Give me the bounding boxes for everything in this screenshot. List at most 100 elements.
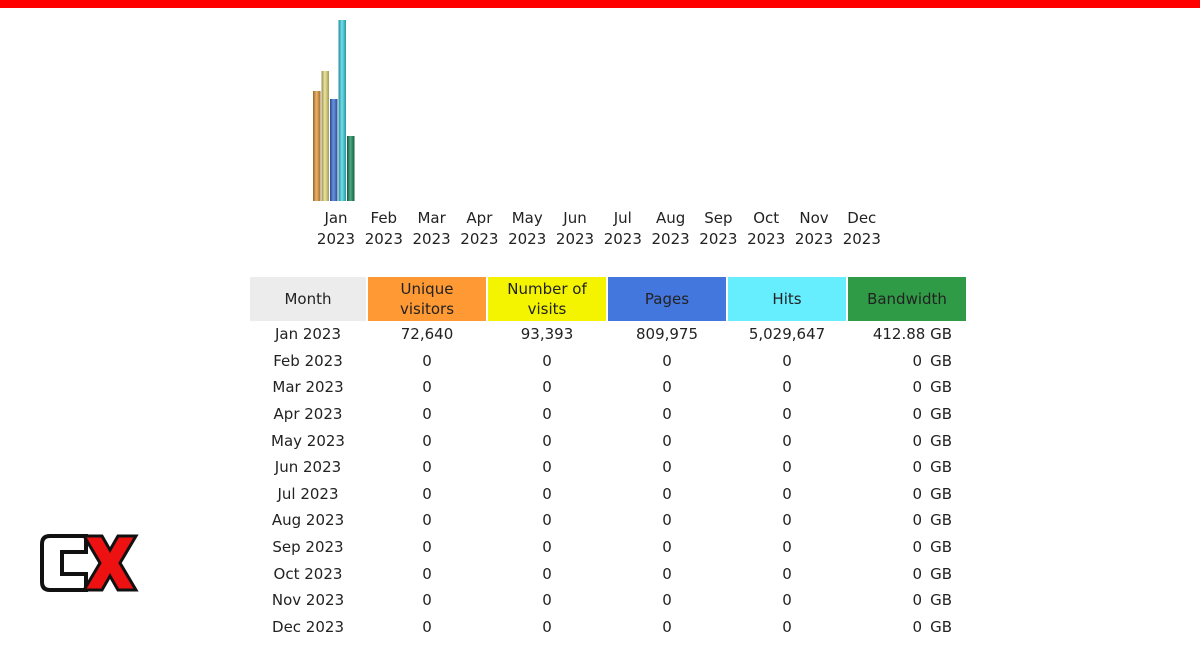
header-hits-label: Hits bbox=[772, 290, 802, 308]
bandwidth-unit: GB bbox=[930, 405, 952, 424]
top-red-bar bbox=[0, 0, 1200, 8]
cell-month: Sep 2023 bbox=[272, 538, 344, 557]
cell-bandwidth: 0 GB bbox=[848, 534, 966, 561]
cell-pages: 0 bbox=[662, 431, 672, 450]
cell-pages: 0 bbox=[662, 458, 672, 477]
cell-hits: 0 bbox=[782, 511, 792, 530]
cell-bandwidth: 0 GB bbox=[848, 507, 966, 534]
cell-bandwidth: 0 GB bbox=[848, 481, 966, 508]
x-tick-label-oct-month: Oct bbox=[753, 209, 779, 227]
x-axis-labels: Jan 2023 Feb 2023 Mar 2023 Apr 2023 May 2023 Jun 20… bbox=[317, 209, 881, 248]
header-hits: Hits bbox=[728, 277, 846, 321]
cell-hits: 0 bbox=[782, 564, 792, 583]
cell-month: Dec 2023 bbox=[272, 617, 344, 636]
x-tick-label-oct-year: 2023 bbox=[747, 230, 785, 248]
cell-hits: 0 bbox=[782, 617, 792, 636]
cell-pages: 0 bbox=[662, 617, 672, 636]
bandwidth-unit: GB bbox=[930, 564, 952, 583]
cell-visits: 0 bbox=[542, 538, 552, 557]
cell-hits: 0 bbox=[782, 378, 792, 397]
bandwidth-unit: GB bbox=[930, 484, 952, 503]
cx-logo-icon: CX bbox=[40, 534, 139, 592]
header-bandwidth-label: Bandwidth bbox=[867, 290, 947, 308]
monthly-history-bar-chart: Jan 2023 Feb 2023 Mar 2023 Apr 2023 May 2023 Jun 20… bbox=[313, 20, 881, 248]
header-visits-line2: visits bbox=[527, 300, 567, 318]
table-row: Apr 2023 0 0 0 0 0 GB bbox=[250, 401, 966, 428]
x-tick-label-jul-year: 2023 bbox=[604, 230, 642, 248]
cell-hits: 0 bbox=[782, 405, 792, 424]
header-pages: Pages bbox=[608, 277, 726, 321]
x-tick-label-dec-month: Dec bbox=[847, 209, 876, 227]
table-row: Dec 2023 0 0 0 0 0 GB bbox=[250, 614, 966, 641]
bar-hits-jan bbox=[338, 20, 346, 201]
header-unique-line2: visitors bbox=[399, 300, 455, 318]
x-tick-label-mar-month: Mar bbox=[417, 209, 446, 227]
bandwidth-value: 0 bbox=[912, 378, 923, 397]
cell-bandwidth: 412.88 GB bbox=[872, 325, 952, 344]
x-tick-label-apr-year: 2023 bbox=[460, 230, 498, 248]
bar-unique-jan bbox=[313, 91, 321, 201]
bandwidth-value: 0 bbox=[912, 458, 923, 477]
bandwidth-unit: GB bbox=[930, 591, 952, 610]
cell-pages: 809,975 bbox=[635, 325, 699, 344]
bar-bandwidth-jan bbox=[347, 136, 355, 201]
x-tick-label-nov-year: 2023 bbox=[795, 230, 833, 248]
cell-visits: 0 bbox=[542, 458, 552, 477]
bars-layer bbox=[313, 20, 355, 201]
cell-hits: 0 bbox=[782, 591, 792, 610]
bandwidth-unit: GB bbox=[930, 378, 952, 397]
bandwidth-unit: GB bbox=[930, 511, 952, 530]
cell-unique: 72,640 bbox=[400, 325, 454, 344]
cell-visits: 0 bbox=[542, 378, 552, 397]
bandwidth-unit: GB bbox=[930, 538, 952, 557]
cell-bandwidth: 0 GB bbox=[848, 401, 966, 428]
bandwidth-value: 0 bbox=[912, 431, 923, 450]
cell-hits: 5,029,647 bbox=[748, 325, 826, 344]
cell-month: Oct 2023 bbox=[273, 564, 343, 583]
cell-unique: 0 bbox=[422, 405, 432, 424]
cell-month: Feb 2023 bbox=[273, 351, 343, 370]
monthly-stats-table: Month Unique visitors Number of visits P… bbox=[248, 277, 968, 640]
x-tick-label-jan-year: 2023 bbox=[317, 230, 355, 248]
cell-bandwidth: 0 GB bbox=[848, 454, 966, 481]
x-tick-label-sep-month: Sep bbox=[704, 209, 732, 227]
cell-unique: 0 bbox=[422, 538, 432, 557]
header-visits-line1: Number of bbox=[507, 280, 587, 298]
cell-visits: 0 bbox=[542, 564, 552, 583]
bar-pages-jan bbox=[330, 99, 338, 201]
cell-bandwidth: 0 GB bbox=[848, 587, 966, 614]
table-row: Feb 2023 0 0 0 0 0 GB bbox=[250, 348, 966, 375]
table-row: Oct 2023 0 0 0 0 0 GB bbox=[250, 560, 966, 587]
bandwidth-value: 0 bbox=[912, 405, 923, 424]
table-row: Sep 2023 0 0 0 0 0 GB bbox=[250, 534, 966, 561]
bandwidth-value: 0 bbox=[912, 591, 923, 610]
bandwidth-unit: GB bbox=[930, 617, 952, 636]
cell-pages: 0 bbox=[662, 591, 672, 610]
x-tick-label-aug-year: 2023 bbox=[652, 230, 690, 248]
cell-bandwidth: 0 GB bbox=[848, 614, 966, 641]
x-tick-label-sep-year: 2023 bbox=[699, 230, 737, 248]
cell-month: Jan 2023 bbox=[274, 325, 342, 344]
cell-unique: 0 bbox=[422, 511, 432, 530]
table-row: Mar 2023 0 0 0 0 0 GB bbox=[250, 374, 966, 401]
cell-bandwidth: 0 GB bbox=[848, 374, 966, 401]
bandwidth-value: 0 bbox=[912, 564, 923, 583]
cell-unique: 0 bbox=[422, 431, 432, 450]
x-tick-label-feb-month: Feb bbox=[371, 209, 398, 227]
table-header-row: Month Unique visitors Number of visits P… bbox=[250, 277, 966, 321]
cell-visits: 0 bbox=[542, 351, 552, 370]
bandwidth-value: 0 bbox=[912, 617, 923, 636]
header-unique-line1: Unique bbox=[400, 280, 454, 298]
cell-pages: 0 bbox=[662, 564, 672, 583]
x-tick-label-dec-year: 2023 bbox=[843, 230, 881, 248]
header-number-of-visits: Number of visits bbox=[488, 277, 606, 321]
cell-visits: 0 bbox=[542, 591, 552, 610]
cell-month: Mar 2023 bbox=[272, 378, 344, 397]
header-pages-label: Pages bbox=[644, 290, 690, 308]
cell-hits: 0 bbox=[782, 351, 792, 370]
cell-unique: 0 bbox=[422, 564, 432, 583]
x-tick-label-nov-month: Nov bbox=[799, 209, 828, 227]
cell-hits: 0 bbox=[782, 484, 792, 503]
x-tick-label-feb-year: 2023 bbox=[365, 230, 403, 248]
table-row: Jan 2023 72,640 93,393 809,975 5,029,647 412.… bbox=[250, 321, 966, 348]
